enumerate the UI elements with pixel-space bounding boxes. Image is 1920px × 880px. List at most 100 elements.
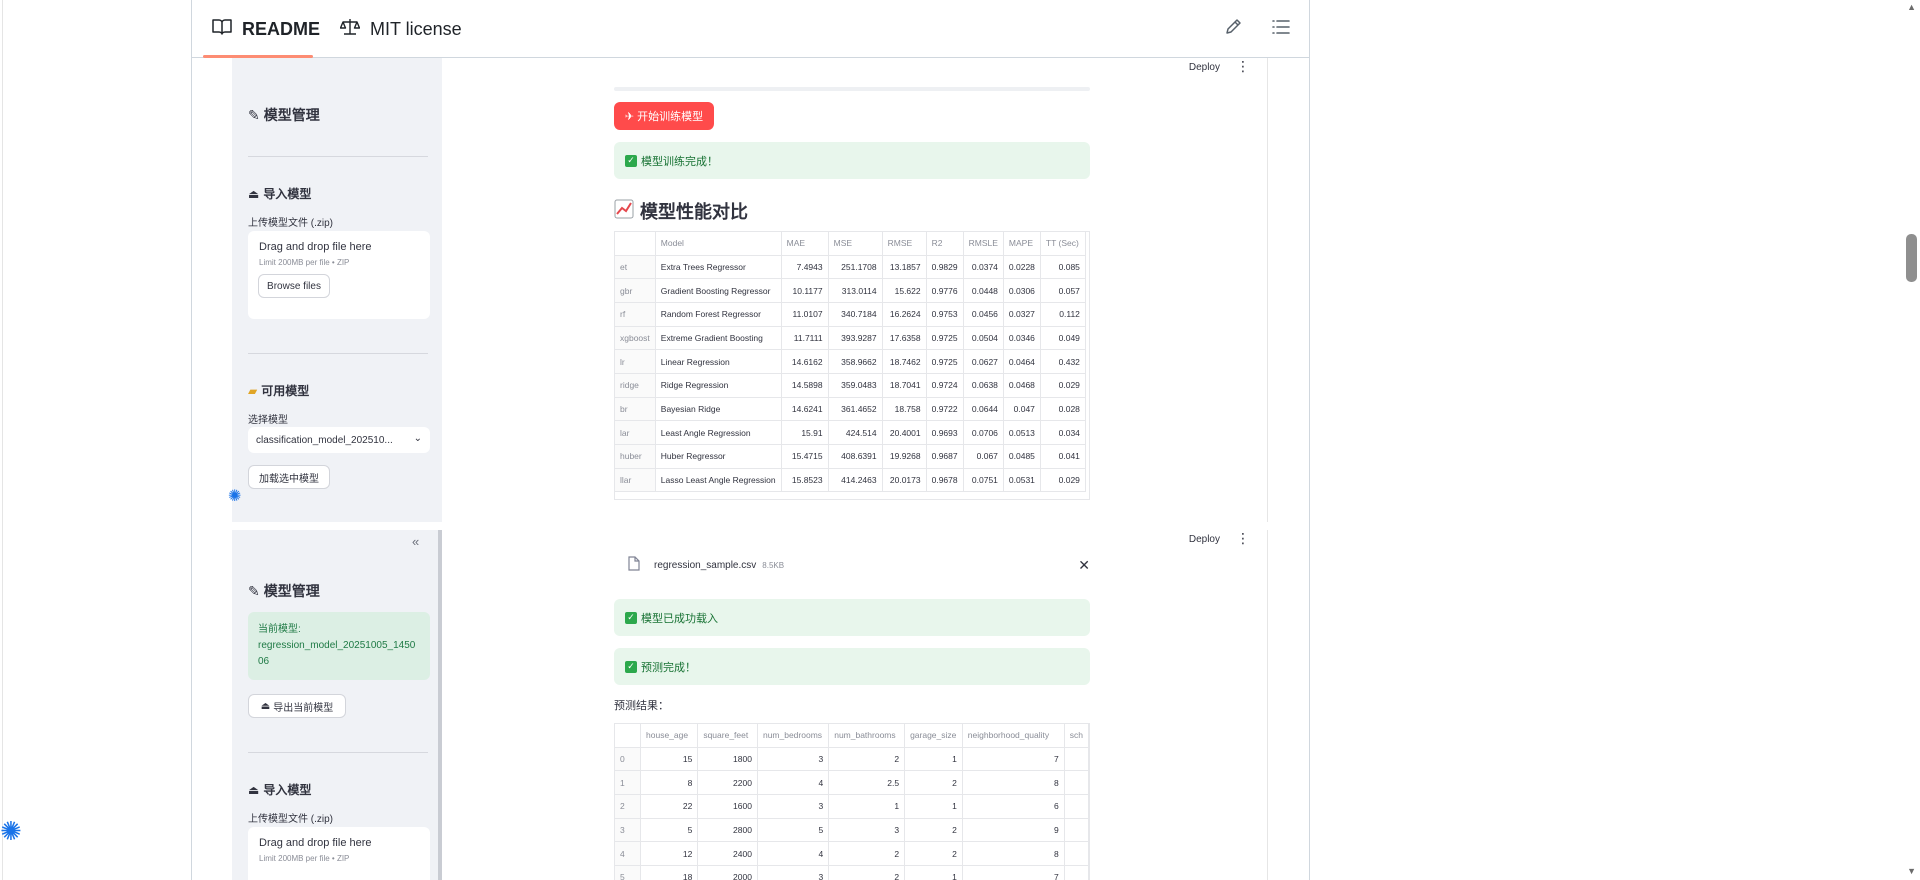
- file-dropzone[interactable]: Drag and drop file here Limit 200MB per …: [248, 231, 430, 319]
- upload-icon: ⏏: [248, 186, 260, 201]
- load-model-button[interactable]: 加载选中模型: [248, 465, 330, 489]
- table-row[interactable]: et Extra Trees Regressor 7.4943 251.1708 13.…: [615, 255, 1086, 280]
- scale-icon: [339, 18, 361, 41]
- more-options-icon[interactable]: ⋮: [1236, 58, 1250, 74]
- deploy-button[interactable]: Deploy: [1189, 534, 1220, 545]
- table-row[interactable]: 5 18 2000 3 2 1 7: [615, 865, 1089, 880]
- table-row[interactable]: 2 22 1600 3 1 1 6: [615, 794, 1089, 819]
- prediction-table[interactable]: house_age square_feet num_bedrooms num_bath…: [614, 723, 1090, 880]
- table-cell: 14.6241: [781, 397, 829, 422]
- table-cell: 0.0504: [963, 326, 1004, 351]
- train-model-button[interactable]: ✈ 开始训练模型: [614, 102, 714, 130]
- column-header[interactable]: [615, 232, 656, 256]
- sidebar-scrollbar[interactable]: [438, 530, 442, 880]
- tab-license[interactable]: MIT license: [339, 14, 462, 44]
- table-cell: 361.4652: [828, 397, 883, 422]
- window-edge: [2, 0, 3, 880]
- performance-heading: 模型性能对比: [614, 198, 748, 224]
- column-header[interactable]: MAPE: [1003, 232, 1041, 256]
- deploy-button[interactable]: Deploy: [1189, 62, 1220, 73]
- scroll-up-icon[interactable]: ▲: [1907, 2, 1916, 12]
- collapse-sidebar-button[interactable]: «: [412, 534, 419, 549]
- table-cell: 1600: [697, 794, 758, 819]
- table-cell: 0.0346: [1003, 326, 1041, 351]
- file-dropzone[interactable]: Drag and drop file here Limit 200MB per …: [248, 827, 430, 880]
- loading-spinner-icon: ✺: [0, 816, 22, 846]
- table-row[interactable]: rf Random Forest Regressor 11.0107 340.7184…: [615, 302, 1086, 327]
- row-index: br: [615, 397, 656, 422]
- table-row[interactable]: ridge Ridge Regression 14.5898 359.0483 18.7…: [615, 373, 1086, 398]
- table-row[interactable]: huber Huber Regressor 15.4715 408.6391 19.92…: [615, 444, 1086, 469]
- column-header[interactable]: MSE: [828, 232, 883, 256]
- column-header[interactable]: RMSLE: [963, 232, 1004, 256]
- table-cell: 1800: [697, 747, 758, 772]
- row-index: lar: [615, 420, 656, 445]
- dropzone-limit: Limit 200MB per file • ZIP: [259, 258, 350, 267]
- table-row[interactable]: gbr Gradient Boosting Regressor 10.1177 313…: [615, 278, 1086, 303]
- table-cell: 15.4715: [781, 444, 829, 469]
- scrollbar-thumb[interactable]: [1906, 234, 1917, 282]
- table-cell: 0.9724: [926, 373, 964, 398]
- more-options-icon[interactable]: ⋮: [1236, 530, 1250, 546]
- edit-button[interactable]: [1220, 16, 1246, 42]
- progress-bar: [614, 87, 1090, 91]
- column-header[interactable]: sch: [1064, 724, 1089, 748]
- browse-files-button[interactable]: Browse files: [258, 274, 330, 298]
- table-cell: 11.7111: [781, 326, 829, 351]
- current-model-info: 当前模型: regression_model_20251005_145006: [248, 612, 430, 680]
- column-header[interactable]: RMSE: [882, 232, 927, 256]
- column-header[interactable]: neighborhood_quality: [962, 724, 1065, 748]
- row-index: rf: [615, 302, 656, 327]
- table-cell: 18: [640, 865, 699, 880]
- scroll-down-icon[interactable]: ▼: [1907, 866, 1916, 876]
- table-cell: [1064, 770, 1089, 795]
- table-cell: 16.2624: [882, 302, 927, 327]
- table-row[interactable]: 0 15 1800 3 2 1 7: [615, 747, 1089, 772]
- column-header[interactable]: num_bedrooms: [757, 724, 830, 748]
- table-cell: Gradient Boosting Regressor: [655, 278, 782, 303]
- column-header[interactable]: house_age: [640, 724, 699, 748]
- table-cell: Huber Regressor: [655, 444, 782, 469]
- model-select[interactable]: classification_model_202510... ⌄: [248, 427, 430, 453]
- table-cell: 20.0173: [882, 468, 927, 493]
- table-row[interactable]: 4 12 2400 4 2 2 8: [615, 841, 1089, 866]
- outline-button[interactable]: [1268, 16, 1294, 42]
- page-scrollbar[interactable]: ▲ ▼: [1902, 0, 1920, 880]
- table-cell: 17.6358: [882, 326, 927, 351]
- table-cell: 2.5: [828, 770, 906, 795]
- table-row[interactable]: lar Least Angle Regression 15.91 424.514 20.…: [615, 420, 1086, 445]
- table-cell: 0.9725: [926, 349, 964, 374]
- book-icon: [212, 18, 232, 41]
- table-row[interactable]: xgboost Extreme Gradient Boosting 11.7111 3…: [615, 326, 1086, 351]
- table-row[interactable]: 1 8 2200 4 2.5 2 8: [615, 770, 1089, 795]
- table-row[interactable]: lr Linear Regression 14.6162 358.9662 18.746…: [615, 349, 1086, 374]
- table-cell: Ridge Regression: [655, 373, 782, 398]
- column-header[interactable]: square_feet: [697, 724, 758, 748]
- column-header[interactable]: Model: [655, 232, 782, 256]
- column-header[interactable]: num_bathrooms: [828, 724, 906, 748]
- tab-readme[interactable]: README: [212, 14, 320, 44]
- table-cell: 0.0448: [963, 278, 1004, 303]
- model-loaded-alert: ✓ 模型已成功载入: [614, 599, 1090, 636]
- table-row[interactable]: 3 5 2800 5 3 2 9: [615, 818, 1089, 843]
- table-row[interactable]: br Bayesian Ridge 14.6241 361.4652 18.758 0.9…: [615, 397, 1086, 422]
- table-cell: 2: [828, 747, 906, 772]
- table-cell: 0.0531: [1003, 468, 1041, 493]
- prediction-dataframe: house_age square_feet num_bedrooms num_bath…: [615, 724, 1089, 880]
- table-cell: 0.028: [1040, 397, 1086, 422]
- table-cell: 4: [757, 841, 830, 866]
- column-header[interactable]: MAE: [781, 232, 829, 256]
- table-cell: 0.0327: [1003, 302, 1041, 327]
- close-icon[interactable]: ✕: [1078, 557, 1090, 574]
- table-cell: 0.0456: [963, 302, 1004, 327]
- column-header[interactable]: R2: [926, 232, 964, 256]
- performance-table[interactable]: Model MAE MSE RMSE R2 RMSLE MAPE TT (Sec) et Extr…: [614, 231, 1090, 500]
- column-header[interactable]: garage_size: [904, 724, 963, 748]
- row-index: 5: [615, 865, 642, 880]
- table-row[interactable]: llar Lasso Least Angle Regression 15.8523 4…: [615, 468, 1086, 493]
- dropzone-title: Drag and drop file here: [259, 837, 372, 849]
- column-header[interactable]: TT (Sec): [1040, 232, 1086, 256]
- export-model-button[interactable]: ⏏ 导出当前模型: [248, 694, 346, 718]
- column-header[interactable]: [615, 724, 642, 748]
- table-cell: 8: [962, 841, 1065, 866]
